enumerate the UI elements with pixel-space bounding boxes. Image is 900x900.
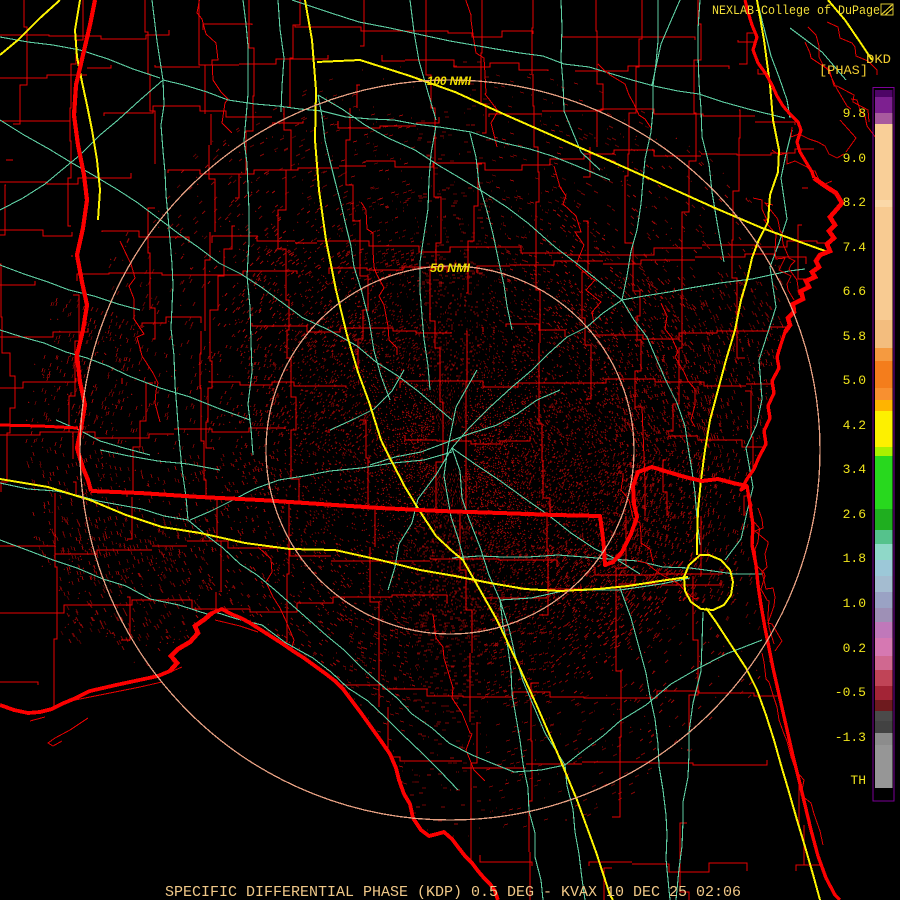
svg-text:6.6: 6.6 [843,284,866,299]
svg-text:50 NMI: 50 NMI [430,261,471,275]
svg-text:5.0: 5.0 [843,373,866,388]
svg-text:-1.3: -1.3 [835,730,866,745]
svg-text:8.2: 8.2 [843,195,866,210]
svg-text:1.8: 1.8 [843,551,866,566]
svg-text:NEXLAB-College of DuPage: NEXLAB-College of DuPage [712,3,880,18]
svg-text:-0.5: -0.5 [835,685,866,700]
svg-text:4.2: 4.2 [843,418,866,433]
svg-text:0.2: 0.2 [843,641,866,656]
svg-text:7.4: 7.4 [843,240,867,255]
svg-text:1.0: 1.0 [843,596,866,611]
svg-text:[PHAS]: [PHAS] [819,63,868,78]
svg-text:100 NMI: 100 NMI [427,74,472,88]
svg-text:DKD: DKD [866,52,891,67]
svg-text:3.4: 3.4 [843,462,867,477]
svg-text:2.6: 2.6 [843,507,866,522]
svg-text:9.8: 9.8 [843,106,866,121]
svg-text:SPECIFIC DIFFERENTIAL PHASE (K: SPECIFIC DIFFERENTIAL PHASE (KDP) 0.5 DE… [165,884,741,900]
svg-text:5.8: 5.8 [843,329,866,344]
svg-text:9.0: 9.0 [843,151,866,166]
svg-text:TH: TH [850,773,866,788]
